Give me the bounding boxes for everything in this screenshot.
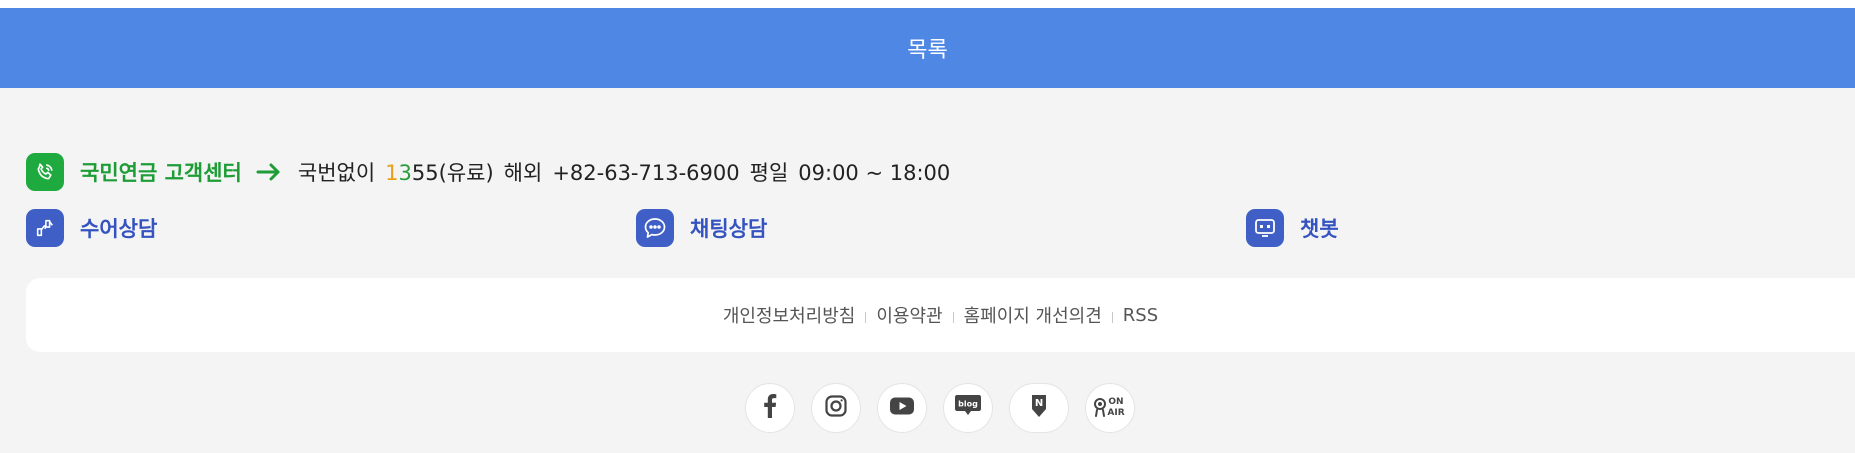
overseas-label: 해외 xyxy=(503,161,543,185)
on-air-icon: ON AIR xyxy=(1092,392,1128,424)
facebook-button[interactable] xyxy=(745,383,795,433)
divider xyxy=(952,311,954,323)
rss-link[interactable]: RSS xyxy=(1123,305,1158,326)
footer-links-box: 개인정보처리방침 이용약관 홈페이지 개선의견 RSS xyxy=(26,278,1855,352)
naver-post-badge-text: N xyxy=(1035,398,1043,409)
phone-digit-2: 3 xyxy=(398,161,412,185)
youtube-button[interactable] xyxy=(877,383,927,433)
chat-bubble-icon xyxy=(636,209,674,247)
sign-language-consult-label: 수어상담 xyxy=(80,217,158,241)
terms-link[interactable]: 이용약관 xyxy=(876,302,942,328)
footer-links: 개인정보처리방침 이용약관 홈페이지 개선의견 RSS xyxy=(723,302,1158,328)
arrow-right-icon xyxy=(256,162,282,182)
customer-center-row: 국민연금 고객센터 국번없이 1355(유료) 해외 +82-63-713-6900 평… xyxy=(26,152,950,192)
sign-language-consult-link[interactable]: 수어상담 xyxy=(26,208,157,248)
instagram-button[interactable] xyxy=(811,383,861,433)
phone-digit-1: 1 xyxy=(385,161,399,185)
phone-prefix: 국번없이 xyxy=(297,161,376,185)
overseas-number: +82-63-713-6900 xyxy=(552,161,740,185)
chatbot-icon xyxy=(1246,209,1284,247)
blog-button[interactable]: blog xyxy=(943,383,993,433)
privacy-policy-link[interactable]: 개인정보처리방침 xyxy=(723,302,855,328)
blog-icon: blog xyxy=(954,393,982,423)
paid-note: (유료) xyxy=(438,161,494,185)
weekday-label: 평일 xyxy=(749,161,789,185)
phone-icon xyxy=(26,153,64,191)
on-air-badge-text-2: AIR xyxy=(1107,408,1124,418)
list-button[interactable]: 목록 xyxy=(0,8,1855,88)
blog-badge-text: blog xyxy=(958,400,978,409)
naver-post-icon: N xyxy=(1029,393,1049,423)
list-button-label: 목록 xyxy=(907,38,948,63)
on-air-button[interactable]: ON AIR xyxy=(1085,383,1135,433)
facebook-icon xyxy=(763,394,777,422)
customer-center-title: 국민연금 고객센터 xyxy=(80,161,242,185)
chatbot-link[interactable]: 챗봇 xyxy=(1246,208,1339,248)
customer-center-info: 국번없이 1355(유료) 해외 +82-63-713-6900 평일 09:00 ~ 1… xyxy=(298,157,950,187)
chatbot-label: 챗봇 xyxy=(1300,217,1339,241)
on-air-badge-text-1: ON xyxy=(1108,397,1123,407)
social-links: blog N ON AIR xyxy=(745,383,1151,433)
instagram-icon xyxy=(824,394,848,422)
naver-post-button[interactable]: N xyxy=(1009,383,1069,433)
divider xyxy=(865,311,867,323)
youtube-icon xyxy=(889,396,915,420)
divider xyxy=(1111,311,1113,323)
chat-consult-link[interactable]: 채팅상담 xyxy=(636,208,767,248)
feedback-link[interactable]: 홈페이지 개선의견 xyxy=(964,302,1102,328)
top-strip xyxy=(0,0,1855,8)
phone-digits-rest: 55 xyxy=(411,161,439,185)
chat-consult-label: 채팅상담 xyxy=(690,217,768,241)
sign-language-icon xyxy=(26,209,64,247)
business-hours: 09:00 ~ 18:00 xyxy=(798,161,951,185)
